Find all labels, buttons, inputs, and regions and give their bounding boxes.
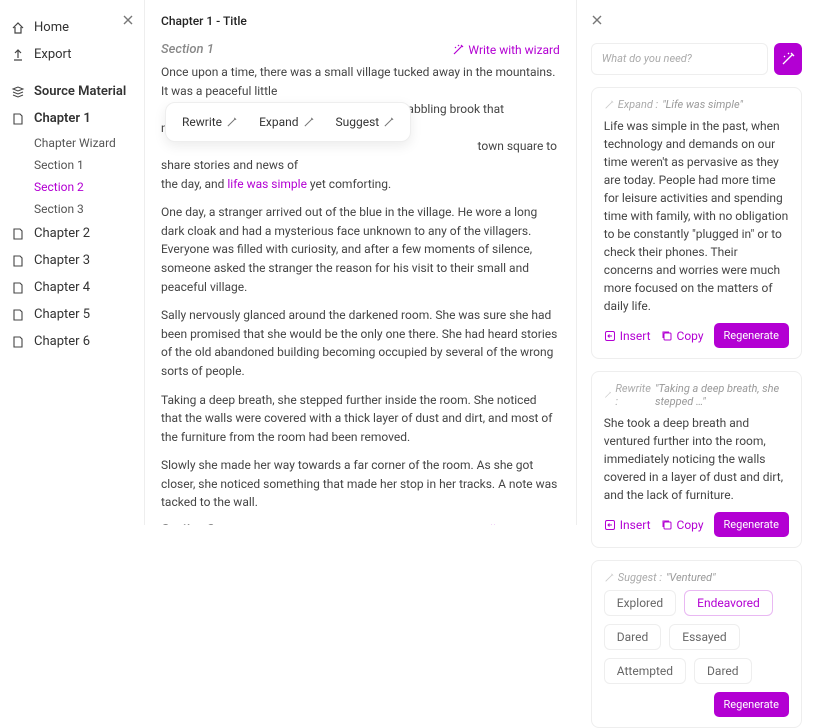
para5: Slowly she made her way towards a far co…: [161, 456, 560, 512]
chip-dared-2[interactable]: Dared: [694, 658, 752, 684]
para4: Taking a deep breath, she stepped furthe…: [161, 391, 560, 447]
nav-export-label: Export: [34, 47, 72, 62]
rewrite-label: Rewrite: [182, 115, 222, 129]
assistant-input[interactable]: What do you need?: [591, 43, 768, 75]
nav-chapter-6-label: Chapter 6: [34, 334, 90, 349]
home-icon: [10, 21, 26, 35]
export-icon: [10, 48, 26, 62]
suggest-button[interactable]: Suggest: [326, 111, 405, 133]
nav-chapter-6[interactable]: Chapter 6: [10, 328, 134, 355]
close-panel-icon[interactable]: [591, 14, 603, 26]
write-with-wizard-link[interactable]: Write with wizard: [452, 43, 559, 57]
card-header: Expand : "Life was simple": [604, 98, 789, 111]
wand-icon: [604, 100, 614, 110]
nav-home-label: Home: [34, 20, 69, 35]
card-body: Life was simple in the past, when techno…: [604, 117, 789, 315]
wand-icon: [226, 117, 237, 128]
card-quote: "Life was simple": [662, 98, 743, 111]
expand-button[interactable]: Expand: [249, 111, 323, 133]
nav-chapter-4-label: Chapter 4: [34, 280, 90, 295]
insert-button[interactable]: Insert: [604, 329, 651, 343]
card-type: Expand :: [618, 98, 658, 111]
suggest-label: Suggest: [336, 115, 380, 129]
nav-section-1[interactable]: Section 1: [10, 154, 134, 176]
close-icon[interactable]: [122, 14, 134, 26]
page-icon: [10, 335, 26, 349]
sidebar: Home Export Source Material Chapter 1 Ch…: [0, 0, 144, 525]
card-quote: "Ventured": [666, 571, 716, 584]
wand-icon: [383, 117, 394, 128]
wand-icon: [303, 117, 314, 128]
page-icon: [10, 254, 26, 268]
nav-chapter-1-label: Chapter 1: [34, 111, 91, 126]
chip-dared[interactable]: Dared: [604, 624, 662, 650]
selection-toolbar: Rewrite Expand Suggest: [165, 102, 411, 142]
nav-source-label: Source Material: [34, 84, 126, 99]
nav-section-2[interactable]: Section 2: [10, 176, 134, 198]
assistant-panel: What do you need? Expand : "Life was sim…: [577, 0, 816, 525]
chip-explored[interactable]: Explored: [604, 590, 676, 616]
para1-line4-end: yet comforting.: [307, 177, 391, 191]
para2: One day, a stranger arrived out of the b…: [161, 203, 560, 296]
nav-chapter-5-label: Chapter 5: [34, 307, 90, 322]
page-icon: [10, 308, 26, 322]
chip-essayed[interactable]: Essayed: [669, 624, 739, 650]
suggestion-chips: Explored Endeavored Dared Essayed Attemp…: [604, 590, 789, 684]
wand-icon: [604, 573, 614, 583]
rewrite-card: Rewrite : "Taking a deep breath, she ste…: [591, 371, 802, 548]
card-header: Rewrite : "Taking a deep breath, she ste…: [604, 382, 789, 408]
nav-chapter-2-label: Chapter 2: [34, 226, 90, 241]
editor: Chapter 1 - Title Section 1 Write with w…: [144, 0, 577, 525]
nav-chapter-5[interactable]: Chapter 5: [10, 301, 134, 328]
copy-label: Copy: [677, 329, 704, 343]
stack-icon: [10, 85, 26, 99]
expand-card: Expand : "Life was simple" Life was simp…: [591, 87, 802, 359]
regenerate-button[interactable]: Regenerate: [714, 692, 789, 717]
chip-attempted[interactable]: Attempted: [604, 658, 686, 684]
copy-icon: [661, 330, 673, 342]
card-body: She took a deep breath and ventured furt…: [604, 414, 789, 504]
run-assistant-button[interactable]: [774, 43, 802, 75]
card-header: Suggest : "Ventured": [604, 571, 789, 584]
page-icon: [10, 112, 26, 126]
wand-icon: [781, 52, 795, 66]
page-icon: [10, 281, 26, 295]
card-quote: "Taking a deep breath, she stepped …": [655, 382, 789, 408]
para1-line4-start: the day, and: [161, 177, 227, 191]
para1-line3-tail: town square to share stories and news of: [161, 139, 557, 172]
nav-chapter-1[interactable]: Chapter 1: [10, 105, 134, 132]
chip-endeavored[interactable]: Endeavored: [684, 590, 773, 616]
expand-label: Expand: [259, 115, 298, 129]
write-with-wizard-label: Write with wizard: [468, 43, 559, 57]
para1-line1: Once upon a time, there was a small vill…: [161, 65, 555, 98]
suggest-card: Suggest : "Ventured" Explored Endeavored…: [591, 560, 802, 728]
wand-icon: [452, 44, 464, 56]
wand-icon: [604, 390, 612, 400]
page-icon: [10, 227, 26, 241]
nav-chapter-3[interactable]: Chapter 3: [10, 247, 134, 274]
copy-button[interactable]: Copy: [661, 329, 704, 343]
regenerate-button[interactable]: Regenerate: [714, 323, 789, 348]
insert-icon: [604, 330, 616, 342]
nav-chapter-2[interactable]: Chapter 2: [10, 220, 134, 247]
highlighted-phrase[interactable]: life was simple: [227, 177, 307, 191]
nav-home[interactable]: Home: [10, 14, 134, 41]
nav-chapter-3-label: Chapter 3: [34, 253, 90, 268]
card-type: Suggest :: [618, 571, 662, 584]
nav-chapter-4[interactable]: Chapter 4: [10, 274, 134, 301]
rewrite-button[interactable]: Rewrite: [172, 111, 247, 133]
nav-chapter-wizard[interactable]: Chapter Wizard: [10, 132, 134, 154]
nav-source-material[interactable]: Source Material: [10, 78, 134, 105]
para3: Sally nervously glanced around the darke…: [161, 306, 560, 380]
nav-section-3[interactable]: Section 3: [10, 198, 134, 220]
insert-label: Insert: [620, 329, 651, 343]
section-1-heading: Section 1: [161, 42, 214, 57]
card-type: Rewrite :: [615, 382, 651, 408]
chapter-title: Chapter 1 - Title: [161, 14, 560, 28]
nav-export[interactable]: Export: [10, 41, 134, 68]
